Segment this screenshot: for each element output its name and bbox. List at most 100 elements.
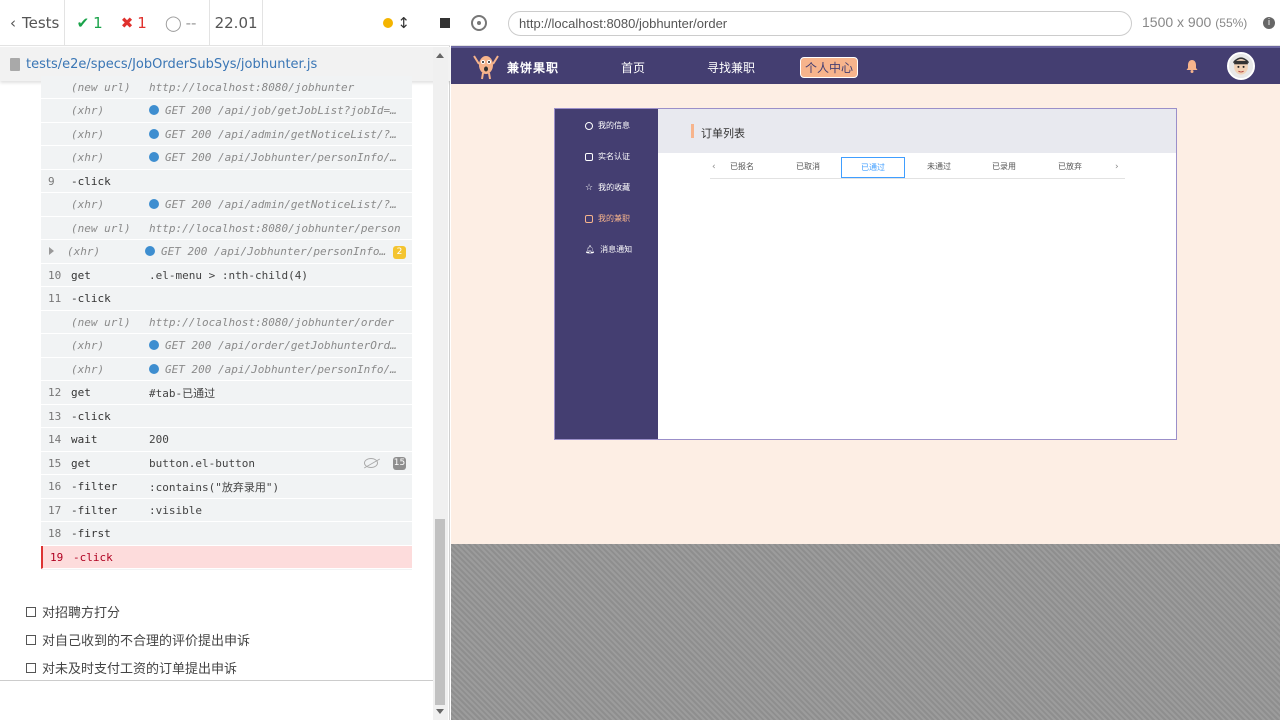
command-name: -filter: [71, 503, 118, 517]
title-accent: [691, 124, 694, 138]
command-message-text: http://localhost:8080/jobhunter/person: [149, 221, 401, 235]
test-item[interactable]: 对自己收到的不合理的评价提出申诉: [26, 630, 250, 649]
command-message: GET 200 /api/admin/getNoticeList/?…: [149, 128, 412, 141]
command-row[interactable]: (xhr) GET 200 /api/admin/getNoticeList/?…: [41, 123, 412, 146]
tab-rejected[interactable]: 未通过: [907, 157, 971, 178]
tab-applied[interactable]: 已报名: [710, 157, 774, 178]
count-badge: 2: [393, 245, 406, 259]
command-row[interactable]: (new url) http://localhost:8080/jobhunter…: [41, 217, 412, 240]
command-number: 19: [50, 550, 64, 564]
menu-favorites[interactable]: ☆ 我的收藏: [585, 182, 630, 193]
failed-count: ✖ 1: [120, 14, 147, 32]
command-name: (xhr): [71, 339, 105, 352]
command-row[interactable]: 12 get #tab-已通过: [41, 382, 412, 405]
mascot-logo-icon: [473, 55, 499, 80]
scroll-up-icon[interactable]: [436, 53, 444, 58]
auto-scroll-toggle[interactable]: ↕: [383, 14, 410, 32]
viewport-background: [451, 544, 1280, 720]
command-row[interactable]: (xhr) GET 200 /api/Jobhunter/personInfo… 2: [41, 241, 412, 264]
command-message: GET 200 /api/Jobhunter/personInfo/…: [149, 151, 412, 164]
tab-abandoned[interactable]: 已放弃: [1038, 157, 1102, 178]
test-item[interactable]: 对未及时支付工资的订单提出申诉: [26, 658, 237, 677]
tests-button[interactable]: ‹ Tests: [0, 0, 65, 46]
command-message-text: 200: [149, 433, 169, 446]
command-row[interactable]: 15 get button.el-button 15: [41, 452, 412, 475]
avatar[interactable]: [1227, 52, 1255, 80]
info-icon[interactable]: i: [1263, 17, 1275, 29]
command-row[interactable]: (new url) http://localhost:8080/jobhunter…: [41, 311, 412, 334]
command-name: -filter: [71, 480, 118, 493]
command-message-text: GET 200 /api/job/getJobList?jobId=…: [165, 104, 397, 117]
command-message: GET 200 /api/order/getJobhunterOrd…: [149, 339, 412, 352]
passed-count: ✔ 1: [76, 14, 103, 32]
check-icon: ✔: [76, 14, 90, 32]
spec-path[interactable]: tests/e2e/specs/JobOrderSubSys/jobhunter…: [26, 57, 317, 72]
user-icon: [585, 121, 593, 130]
pending-count: ◯ --: [164, 14, 197, 32]
command-number: 15: [48, 456, 62, 470]
command-name: -click: [71, 409, 111, 423]
command-name: (xhr): [71, 362, 105, 376]
command-message-text: GET 200 /api/admin/getNoticeList/?…: [165, 127, 397, 141]
nav-find-job[interactable]: 寻找兼职: [707, 59, 755, 76]
viewport-info: 1500 x 900 (55%): [1142, 14, 1247, 30]
brand-name[interactable]: 兼饼果职: [507, 59, 559, 76]
command-name: -click: [71, 292, 111, 305]
side-menu: 我的信息 实名认证 ☆ 我的收藏 我的兼职 🔔︎ 消息通知: [555, 109, 658, 439]
command-message: GET 200 /api/Jobhunter/personInfo/…: [149, 363, 412, 376]
command-row[interactable]: (xhr) GET 200 /api/admin/getNoticeList/?…: [41, 194, 412, 217]
command-row[interactable]: 13 -click: [41, 405, 412, 428]
reporter-scrollbar[interactable]: [433, 47, 448, 720]
selector-playground-icon[interactable]: [471, 15, 487, 31]
command-row[interactable]: 16 -filter:contains("放弃录用"): [41, 476, 412, 499]
command-row[interactable]: 17 -filter:visible: [41, 499, 412, 522]
tab-passed[interactable]: 已通过: [841, 157, 905, 178]
menu-my-jobs[interactable]: 我的兼职: [585, 213, 630, 224]
command-row[interactable]: (xhr) GET 200 /api/Jobhunter/personInfo/…: [41, 147, 412, 170]
test-status-icon: [26, 662, 36, 673]
personal-center-panel: 我的信息 实名认证 ☆ 我的收藏 我的兼职 🔔︎ 消息通知 订单列表 ‹ 已报名…: [554, 108, 1177, 440]
tab-cancelled[interactable]: 已取消: [776, 157, 840, 178]
command-row[interactable]: (xhr) GET 200 /api/order/getJobhunterOrd…: [41, 335, 412, 358]
nav-home[interactable]: 首页: [621, 59, 645, 76]
command-number: 12: [48, 386, 62, 399]
menu-my-info[interactable]: 我的信息: [585, 120, 630, 131]
arrows-vertical-icon: ↕: [397, 14, 410, 32]
duration: 22.01: [210, 0, 264, 46]
command-row[interactable]: 14 wait 200: [41, 429, 412, 452]
app-navbar: 兼饼果职 首页 寻找兼职 个人中心: [451, 46, 1280, 84]
xhr-status-icon: [149, 340, 159, 350]
command-message-text: GET 200 /api/Jobhunter/personInfo…: [161, 245, 387, 258]
url-bar[interactable]: http://localhost:8080/jobhunter/order: [508, 11, 1132, 36]
scroll-thumb[interactable]: [435, 519, 445, 705]
command-number: 14: [48, 433, 62, 446]
command-row[interactable]: 19 -click: [41, 546, 412, 569]
xhr-status-icon: [149, 105, 159, 115]
expand-caret-icon[interactable]: [49, 246, 54, 255]
xhr-status-icon: [149, 152, 159, 162]
scroll-down-icon[interactable]: [436, 709, 444, 714]
test-item[interactable]: 对招聘方打分: [26, 602, 120, 621]
stop-icon[interactable]: [440, 18, 450, 28]
xhr-status-icon: [149, 128, 159, 139]
content-header: 订单列表: [658, 109, 1176, 153]
command-row[interactable]: (xhr) GET 200 /api/Jobhunter/personInfo/…: [41, 358, 412, 381]
command-row[interactable]: (new url) http://localhost:8080/jobhunter: [41, 76, 412, 99]
command-name: (new url): [71, 315, 131, 329]
command-row[interactable]: 18 -first: [41, 523, 412, 546]
command-message: http://localhost:8080/jobhunter/person: [149, 222, 412, 235]
command-name: (xhr): [71, 151, 105, 164]
command-number: 18: [48, 527, 62, 540]
tab-hired[interactable]: 已录用: [972, 157, 1036, 178]
command-row[interactable]: 10 get .el-menu > :nth-child(4): [41, 264, 412, 287]
command-row[interactable]: (xhr) GET 200 /api/job/getJobList?jobId=…: [41, 100, 412, 123]
bell-icon[interactable]: [1186, 59, 1198, 73]
nav-personal-center[interactable]: 个人中心: [800, 57, 859, 78]
command-row[interactable]: 9 -click: [41, 170, 412, 193]
menu-real-name[interactable]: 实名认证: [585, 151, 630, 162]
tab-next-icon[interactable]: ›: [1115, 162, 1119, 172]
menu-notifications[interactable]: 🔔︎ 消息通知: [585, 244, 632, 255]
file-icon: [10, 57, 20, 71]
command-row[interactable]: 11 -click: [41, 288, 412, 311]
bell-icon: 🔔︎: [585, 245, 596, 254]
